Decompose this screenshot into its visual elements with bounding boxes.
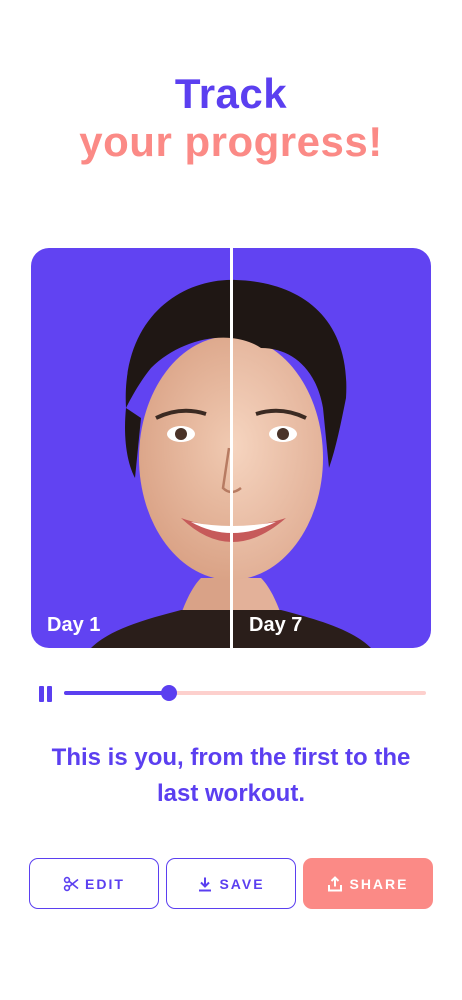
headline: Track your progress! (0, 70, 462, 166)
progress-thumb[interactable] (160, 685, 177, 701)
save-button-label: SAVE (219, 875, 265, 892)
day-7-label: Day 7 (249, 614, 303, 636)
edit-button-label: EDIT (85, 875, 125, 892)
pause-icon-bar-left (39, 686, 44, 702)
day-1-label: Day 1 (47, 614, 101, 636)
progress-fill (64, 691, 169, 695)
share-icon (327, 875, 343, 892)
headline-line-1: Track (174, 70, 288, 117)
before-after-comparison[interactable]: Day 1 Day 7 (31, 248, 431, 648)
share-button[interactable]: SHARE (303, 858, 433, 909)
share-button-label: SHARE (349, 875, 409, 892)
playback-controls (38, 684, 428, 704)
save-button[interactable]: SAVE (166, 858, 296, 909)
pause-button[interactable] (38, 686, 54, 702)
caption-text: This is you, from the first to the last … (51, 744, 411, 807)
download-icon (197, 876, 213, 892)
comparison-divider-handle[interactable] (230, 248, 233, 648)
headline-line-2: your progress! (79, 118, 383, 165)
progress-slider[interactable] (64, 685, 426, 701)
scissors-icon (63, 876, 79, 892)
pause-icon-bar-right (47, 686, 52, 702)
edit-button[interactable]: EDIT (29, 858, 159, 909)
